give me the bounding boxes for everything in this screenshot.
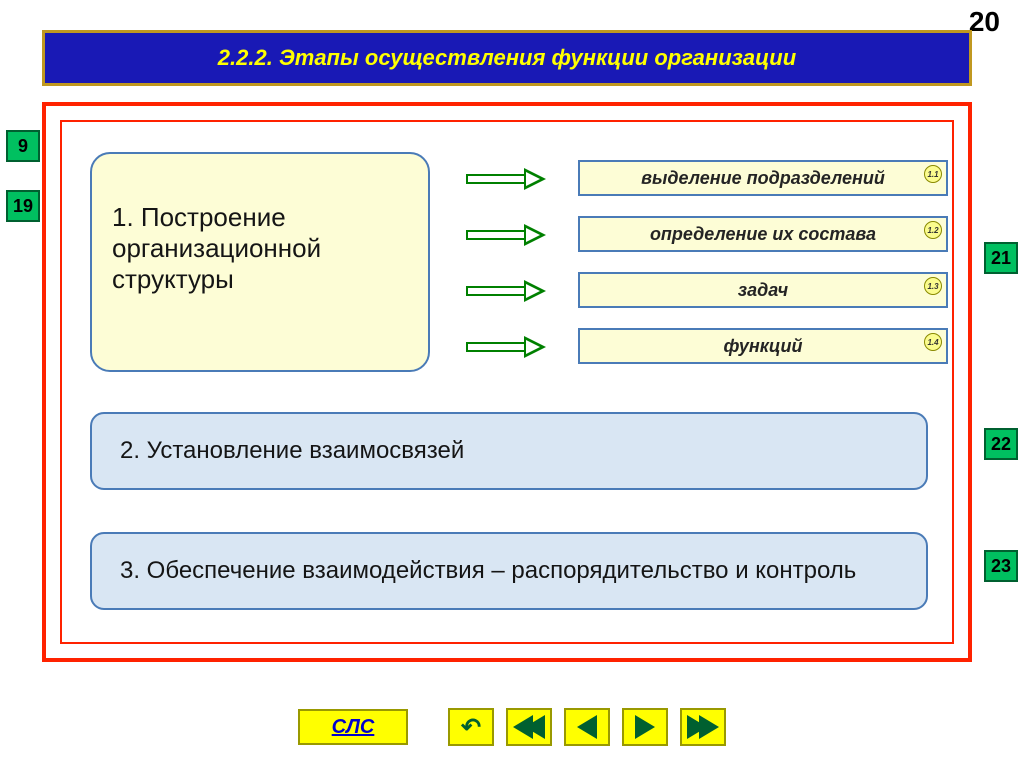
title-text: 2.2.2. Этапы осуществления функции орган… [218, 45, 796, 71]
block-2-text: 2. Установление взаимосвязей [120, 437, 464, 465]
footer-controls: ↶ [448, 708, 726, 746]
block-3: 3. Обеспечение взаимодействия – распоряд… [90, 532, 928, 610]
block-2: 2. Установление взаимосвязей [90, 412, 928, 490]
sls-button[interactable]: СЛС [298, 709, 408, 745]
next-button[interactable] [622, 708, 668, 746]
sub-item-4: функций 1.4 [578, 328, 948, 364]
nav-button-19[interactable]: 19 [6, 190, 40, 222]
arrow-icon [466, 170, 564, 188]
block-3-text: 3. Обеспечение взаимодействия – распоряд… [120, 557, 856, 585]
right-icon [635, 715, 655, 739]
sub-item-label: задач [738, 280, 788, 301]
sub-item-2: определение их состава 1.2 [578, 216, 948, 252]
first-button[interactable] [506, 708, 552, 746]
sub-item-1: выделение подразделений 1.1 [578, 160, 948, 196]
main-inner: 1. Построение организационной структуры … [60, 120, 954, 644]
sub-item-label: определение их состава [650, 224, 876, 245]
main-frame: 1. Построение организационной структуры … [42, 102, 972, 662]
double-right-icon [687, 715, 719, 739]
prev-button[interactable] [564, 708, 610, 746]
sub-badge: 1.1 [924, 165, 942, 183]
left-icon [577, 715, 597, 739]
sub-badge: 1.4 [924, 333, 942, 351]
uturn-icon: ↶ [461, 713, 481, 742]
nav-button-21[interactable]: 21 [984, 242, 1018, 274]
block-1: 1. Построение организационной структуры [90, 152, 430, 372]
block-1-text: 1. Построение организационной структуры [112, 202, 321, 294]
title-bar: 2.2.2. Этапы осуществления функции орган… [42, 30, 972, 86]
sub-badge: 1.3 [924, 277, 942, 295]
sub-item-label: выделение подразделений [641, 168, 885, 189]
arrow-icon [466, 282, 564, 300]
return-button[interactable]: ↶ [448, 708, 494, 746]
nav-button-22[interactable]: 22 [984, 428, 1018, 460]
footer-nav: СЛС ↶ [0, 705, 1024, 749]
sub-badge: 1.2 [924, 221, 942, 239]
nav-button-9[interactable]: 9 [6, 130, 40, 162]
sub-item-3: задач 1.3 [578, 272, 948, 308]
page-number: 20 [969, 6, 1000, 38]
arrow-icon [466, 338, 564, 356]
last-button[interactable] [680, 708, 726, 746]
sub-item-label: функций [723, 336, 802, 357]
arrow-icon [466, 226, 564, 244]
nav-button-23[interactable]: 23 [984, 550, 1018, 582]
double-left-icon [513, 715, 545, 739]
